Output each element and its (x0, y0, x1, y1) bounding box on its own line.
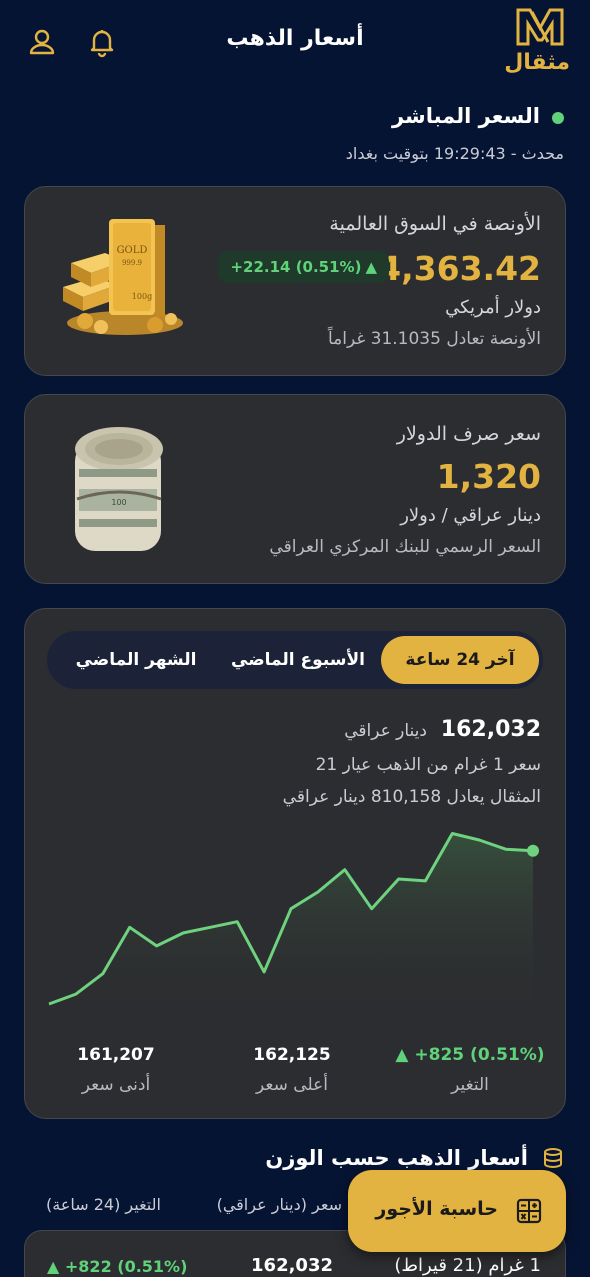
tab-last-month[interactable]: الشهر الماضي (61, 636, 211, 684)
tab-last-24h[interactable]: آخر 24 ساعة (381, 636, 539, 684)
dollar-roll-image: 100 (75, 427, 163, 551)
logo-mark-icon (516, 8, 564, 46)
row-change-value: +822 (0.51%) (64, 1257, 188, 1276)
stat-change-value: +825 (0.51%) (414, 1045, 545, 1065)
price-area-chart (48, 832, 539, 1019)
stat-low-label: أدنى سعر (81, 1075, 151, 1095)
ounce-price: 4,363.42 (378, 249, 541, 288)
weight-section-title: أسعار الذهب حسب الوزن (265, 1146, 528, 1170)
last-updated-text: محدث - 19:29:43 بتوقيت بغداد (345, 144, 564, 163)
app-logo[interactable]: مثقال (504, 6, 570, 76)
calculator-icon (516, 1198, 542, 1224)
gram-price-description: سعر 1 غرام من الذهب عيار 21 (315, 755, 541, 775)
live-price-title: السعر المباشر (391, 104, 540, 128)
gram-price-unit: دينار عراقي (344, 721, 427, 741)
row-weight-name: 1 غرام (21 قيراط) (394, 1255, 541, 1276)
svg-text:100g: 100g (132, 292, 152, 301)
column-header-change: التغير (24 ساعة) (46, 1195, 161, 1214)
wage-calculator-label: حاسبة الأجور (375, 1198, 498, 1220)
ounce-label: الأونصة في السوق العالمية (329, 213, 541, 235)
tab-last-week[interactable]: الأسبوع الماضي (223, 636, 373, 684)
chart-last-point (527, 844, 539, 857)
usd-note: السعر الرسمي للبنك المركزي العراقي (269, 537, 541, 557)
app-header: مثقال أسعار الذهب (0, 0, 590, 90)
gram-price: 162,032 (440, 717, 541, 742)
stat-high: 162,125 أعلى سعر (217, 1045, 367, 1095)
row-price: 162,032 (251, 1255, 333, 1276)
stat-high-label: أعلى سعر (256, 1075, 328, 1095)
live-indicator-dot (552, 112, 564, 124)
arrow-up-icon: ▲ (365, 258, 377, 276)
wage-calculator-button[interactable]: حاسبة الأجور (348, 1170, 566, 1252)
usd-unit: دينار عراقي / دولار (400, 505, 541, 526)
stat-low-value: 161,207 (77, 1045, 155, 1065)
stat-change: ▲ +825 (0.51%) التغير (395, 1045, 545, 1095)
row-change: ▲ +822 (0.51%) (47, 1257, 187, 1276)
svg-text:GOLD: GOLD (117, 245, 148, 256)
stat-low: 161,207 أدنى سعر (41, 1045, 191, 1095)
arrow-up-icon: ▲ (395, 1045, 409, 1065)
user-icon[interactable] (26, 26, 58, 58)
chart-area-fill (49, 833, 533, 1019)
page-title: أسعار الذهب (226, 26, 364, 51)
logo-text: مثقال (504, 50, 570, 75)
usd-rate-card[interactable]: سعر صرف الدولار 1,320 دينار عراقي / دولا… (24, 394, 566, 584)
arrow-up-icon: ▲ (47, 1257, 60, 1276)
usd-label: سعر صرف الدولار (396, 423, 541, 445)
coins-icon (544, 1148, 562, 1168)
mithqal-equivalent: المثقال يعادل 810,158 دينار عراقي (282, 787, 541, 807)
ounce-change-value: +22.14 (0.51%) (230, 258, 362, 276)
ounce-currency: دولار أمريكي (445, 297, 541, 318)
stat-change-label: التغير (451, 1075, 489, 1095)
gold-bars-image: GOLD 999.9 100g (63, 219, 183, 335)
period-tabs: آخر 24 ساعة الأسبوع الماضي الشهر الماضي (47, 631, 543, 689)
ounce-change-badge: +22.14 (0.51%) ▲ (218, 251, 389, 283)
gold-chart-card: آخر 24 ساعة الأسبوع الماضي الشهر الماضي … (24, 608, 566, 1119)
ounce-price-card[interactable]: الأونصة في السوق العالمية 4,363.42 +22.1… (24, 186, 566, 376)
ounce-note: الأونصة تعادل 31.1035 غراماً (327, 329, 541, 349)
svg-text:999.9: 999.9 (122, 259, 142, 267)
svg-text:100: 100 (111, 498, 126, 507)
usd-price: 1,320 (436, 457, 541, 496)
stat-high-value: 162,125 (253, 1045, 331, 1065)
column-header-price: سعر (دينار عراقي) (216, 1195, 342, 1214)
bell-icon[interactable] (86, 26, 118, 58)
